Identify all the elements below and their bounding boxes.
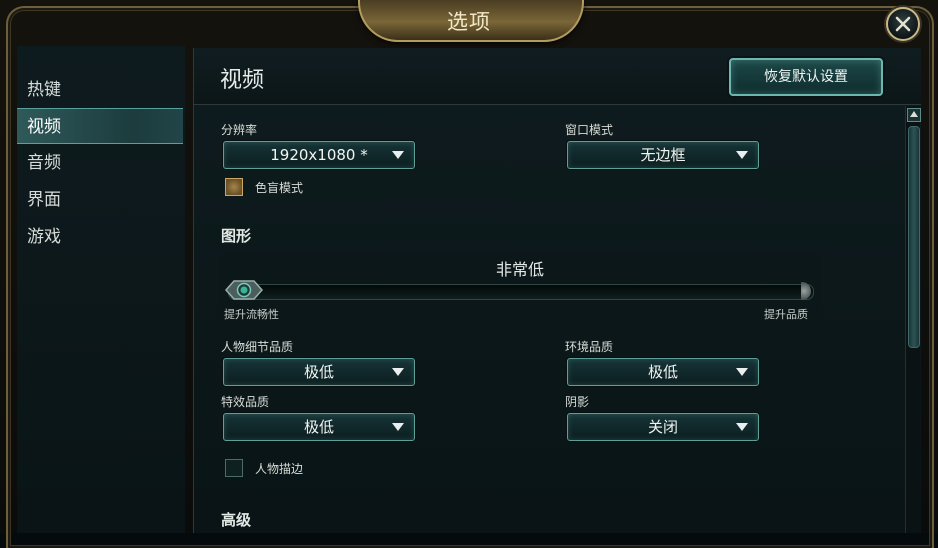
character-outline-label: 人物描边 [255, 462, 304, 476]
character-quality-value: 极低 [303, 363, 334, 381]
resolution-dropdown[interactable]: 1920x1080 * [223, 141, 415, 169]
colorblind-checkbox[interactable] [225, 178, 243, 196]
chevron-down-icon [392, 368, 404, 376]
shadows-dropdown[interactable]: 关闭 [567, 413, 759, 441]
character-quality-label: 人物细节品质 [221, 340, 294, 354]
effects-quality-value: 极低 [303, 418, 334, 436]
slider-min-label: 提升流畅性 [224, 308, 279, 321]
graphics-quality-slider-panel: 非常低 提升流畅性 提升品质 [218, 254, 822, 326]
graphics-section-title: 图形 [221, 227, 252, 245]
sidebar-item-hotkeys[interactable]: 热键 [17, 72, 183, 108]
effects-quality-label: 特效品质 [221, 395, 270, 409]
chevron-down-icon [736, 151, 748, 159]
chevron-down-icon [392, 151, 404, 159]
close-button[interactable] [886, 7, 920, 41]
character-outline-checkbox[interactable] [225, 459, 243, 477]
window-mode-label: 窗口模式 [565, 123, 614, 137]
reset-defaults-button[interactable]: 恢复默认设置 [729, 58, 883, 96]
content-panel: 视频 恢复默认设置 分辨率 1920x1080 * 窗口模式 无边框 色盲模式 … [193, 48, 921, 533]
resolution-value: 1920x1080 * [270, 146, 368, 164]
sidebar-item-game[interactable]: 游戏 [17, 219, 183, 255]
scrollbar[interactable] [905, 106, 921, 533]
slider-max-label: 提升品质 [764, 308, 808, 321]
close-icon [895, 16, 911, 32]
shadows-value: 关闭 [647, 418, 678, 436]
environment-quality-value: 极低 [647, 363, 678, 381]
effects-quality-dropdown[interactable]: 极低 [223, 413, 415, 441]
advanced-section-title: 高级 [221, 511, 252, 529]
content-header: 视频 恢复默认设置 [194, 48, 921, 105]
sidebar-item-video[interactable]: 视频 [17, 108, 183, 144]
graphics-slider-track[interactable] [228, 284, 814, 300]
shadows-label: 阴影 [565, 395, 590, 409]
window-mode-dropdown[interactable]: 无边框 [567, 141, 759, 169]
page-title: 视频 [220, 68, 265, 93]
sidebar: 热键 视频 音频 界面 游戏 [17, 46, 185, 533]
environment-quality-label: 环境品质 [565, 340, 614, 354]
sidebar-item-audio[interactable]: 音频 [17, 145, 183, 181]
colorblind-label: 色盲模式 [255, 181, 304, 195]
scrollbar-thumb[interactable] [908, 126, 920, 348]
scroll-up-button[interactable] [907, 108, 921, 122]
chevron-down-icon [392, 423, 404, 431]
graphics-slider-thumb[interactable] [224, 278, 264, 302]
graphics-level-label: 非常低 [495, 260, 544, 279]
chevron-down-icon [736, 368, 748, 376]
window-title: 选项 [447, 10, 491, 34]
options-window: 选项 热键 视频 音频 界面 游戏 视频 恢复默认设置 分辨率 1920x108… [0, 0, 938, 548]
resolution-label: 分辨率 [221, 123, 258, 137]
environment-quality-dropdown[interactable]: 极低 [567, 358, 759, 386]
sidebar-item-interface[interactable]: 界面 [17, 182, 183, 218]
character-quality-dropdown[interactable]: 极低 [223, 358, 415, 386]
chevron-down-icon [736, 423, 748, 431]
window-mode-value: 无边框 [640, 146, 686, 164]
